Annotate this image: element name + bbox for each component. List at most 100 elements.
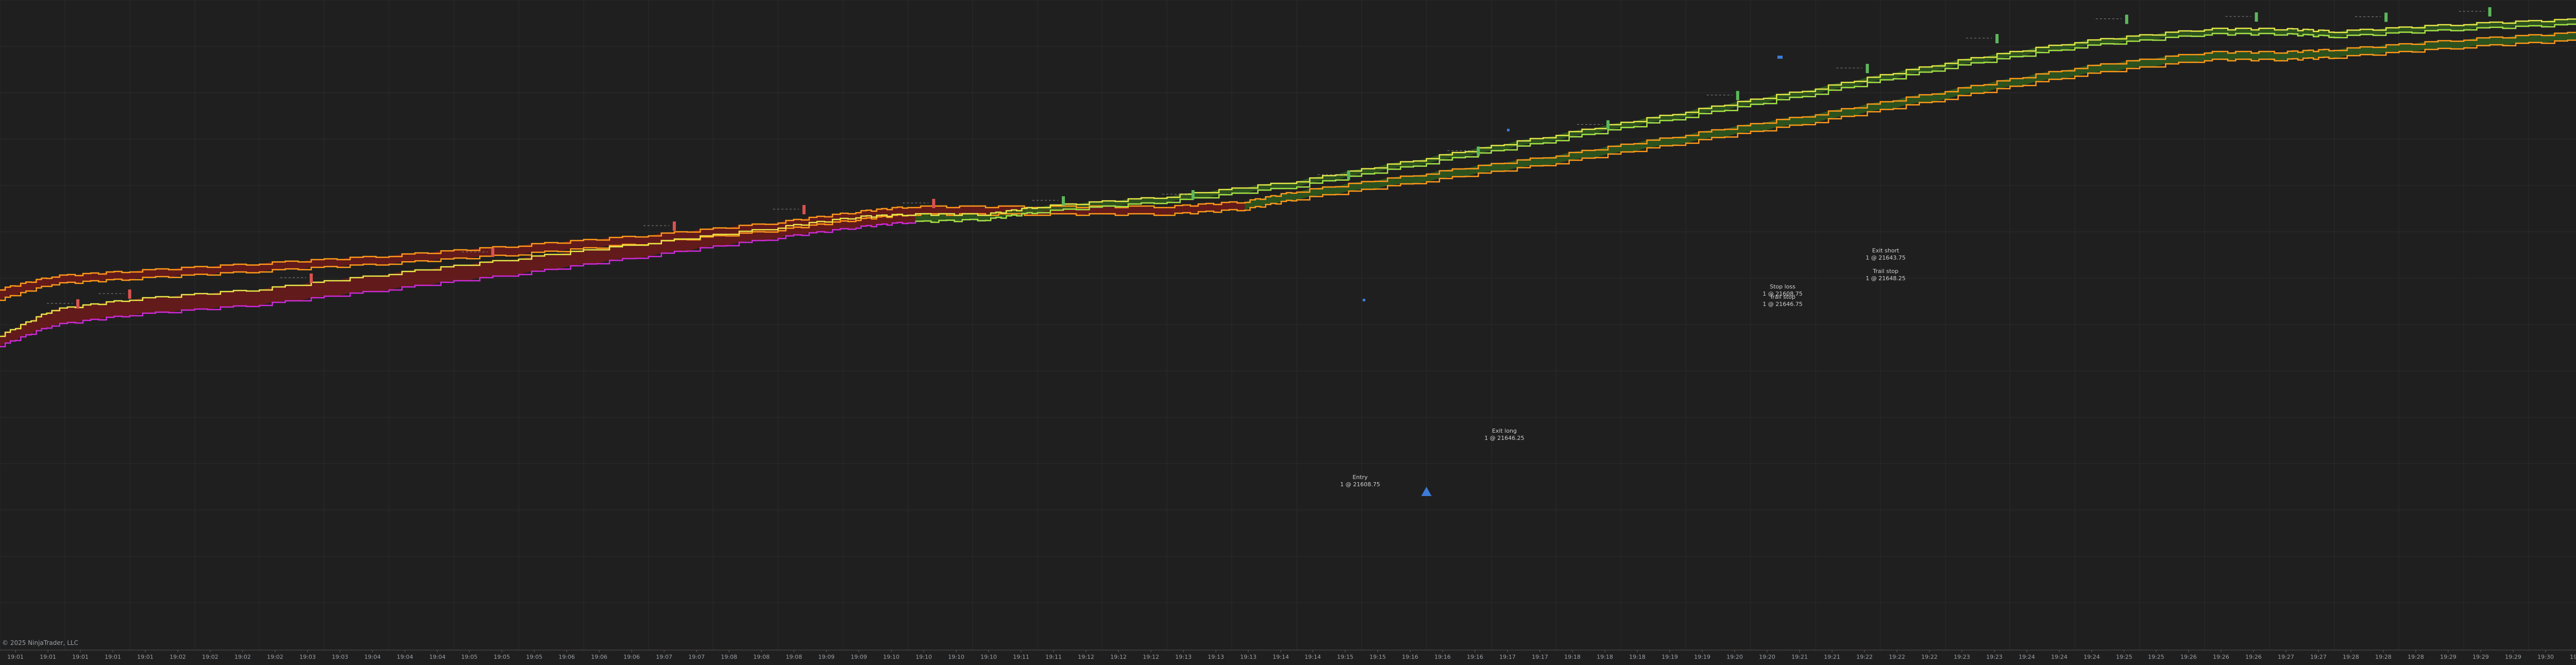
x-tick-label: 19:23 [1954, 654, 1970, 660]
blue-dot [1363, 299, 1365, 301]
x-tick-label: 19:23 [1986, 654, 2003, 660]
buy-marker [2384, 12, 2388, 22]
sell-marker [672, 221, 676, 231]
chart-area[interactable]: Entry 1 @ 21608.75 Exit long 1 @ 21646.25 St… [0, 0, 2576, 663]
x-tick-label: 19:12 [1078, 654, 1094, 660]
x-tick-label: 19:14 [1273, 654, 1289, 660]
x-tick-label: 19:10 [948, 654, 964, 660]
x-tick-label: 19:13 [1208, 654, 1224, 660]
x-tick-label: 19:12 [1110, 654, 1127, 660]
series-line-0 [0, 31, 2576, 291]
x-tick-label: 19:12 [1143, 654, 1159, 660]
x-tick-label: 19:15 [1337, 654, 1353, 660]
x-tick-label: 19:20 [1759, 654, 1775, 660]
annotation-label: Trail stop [1872, 268, 1899, 275]
buy-marker [2488, 7, 2492, 16]
x-tick-label: 19:26 [2213, 654, 2229, 660]
annotation-sub: 1 @ 21648.25 [1866, 275, 1905, 282]
x-tick-label: 19:20 [1726, 654, 1743, 660]
x-tick-label: 19:18 [1597, 654, 1613, 660]
annotation-layer: Entry1 @ 21608.75 Exit long1 @ 21646.25 St… [1340, 247, 1905, 488]
annotation-label: Stop loss [1770, 283, 1795, 290]
sell-marker [932, 199, 936, 208]
x-tick-label: 19:25 [2148, 654, 2164, 660]
x-tick-label: 19:29 [2505, 654, 2521, 660]
annotation-label: Trail stop [1769, 294, 1795, 300]
annotation-sub: 1 @ 21608.75 [1340, 481, 1380, 488]
x-tick-label: 19:01 [40, 654, 56, 660]
upper-band-bull-fill [1245, 32, 2576, 210]
x-tick-label: 19:16 [1402, 654, 1418, 660]
x-tick-label: 19:24 [2083, 654, 2100, 660]
x-tick-label: 19:08 [786, 654, 802, 660]
x-tick-label: 19:01 [72, 654, 89, 660]
x-tick-label: 19:02 [170, 654, 186, 660]
x-tick-label: 19:24 [2051, 654, 2067, 660]
annotation-label: Entry [1352, 474, 1368, 481]
x-tick-label: 19:08 [753, 654, 770, 660]
sell-marker [491, 248, 495, 257]
buy-marker [1736, 91, 1739, 100]
x-tick-label: 19:05 [526, 654, 543, 660]
x-tick-label: 19:25 [2116, 654, 2132, 660]
grid-layer [0, 0, 2576, 650]
x-tick-label: 19:26 [2180, 654, 2197, 660]
x-tick-label: 19:05 [494, 654, 510, 660]
buy-marker [2125, 14, 2128, 24]
x-tick-label: 19:30 [2537, 654, 2554, 660]
x-tick-label: 19:11 [1045, 654, 1062, 660]
x-tick-label: 19:18 [1564, 654, 1581, 660]
x-tick-label: 19:04 [364, 654, 381, 660]
sell-marker [802, 205, 806, 214]
x-tick-label: 19:07 [656, 654, 672, 660]
x-tick-label: 19:07 [688, 654, 705, 660]
marker-layer [47, 7, 2492, 496]
x-tick-label: 19:13 [1240, 654, 1257, 660]
x-tick-label: 19:02 [234, 654, 251, 660]
x-tick-label: 19:17 [1499, 654, 1516, 660]
buy-marker [1866, 64, 1869, 73]
buy-marker [1606, 120, 1610, 130]
x-tick-label: 19:13 [1175, 654, 1192, 660]
x-tick-label: 19:29 [2472, 654, 2489, 660]
x-tick-label: 19:06 [623, 654, 640, 660]
x-tick-label: 19:28 [2343, 654, 2359, 660]
x-tick-label: 19:22 [1921, 654, 1938, 660]
x-tick-label: 19:06 [558, 654, 575, 660]
buy-marker [1477, 146, 1480, 156]
x-tick-label: 19:10 [916, 654, 932, 660]
buy-marker [1995, 34, 1999, 43]
annotation-sub: 1 @ 21643.75 [1866, 254, 1905, 261]
x-tick-label: 19:21 [1791, 654, 1808, 660]
annotation-sub: 1 @ 21646.25 [1484, 435, 1524, 441]
price-chart[interactable]: Entry1 @ 21608.75 Exit long1 @ 21646.25 St… [0, 0, 2576, 663]
x-axis: 19:01 19:01 19:01 19:01 19:01 19:02 19:02 19:02… [0, 650, 2576, 660]
x-tick-label: 19:10 [883, 654, 900, 660]
x-tick-label: 19:02 [267, 654, 283, 660]
entry-triangle [1421, 487, 1432, 496]
sell-marker [76, 299, 80, 309]
x-tick-label: 19:18 [1629, 654, 1646, 660]
x-tick-label: 19:22 [1889, 654, 1905, 660]
sell-marker [128, 289, 131, 299]
x-tick-label: 19:21 [1824, 654, 1840, 660]
x-tick-label: 19:29 [2440, 654, 2456, 660]
x-tick-label: 19:19 [1694, 654, 1710, 660]
x-tick-label: 19:06 [591, 654, 607, 660]
x-tick-label: 19:16 [1467, 654, 1483, 660]
x-tick-label: 19:02 [202, 654, 218, 660]
x-tick-label: 19:05 [461, 654, 478, 660]
x-tick-label: 19:26 [2245, 654, 2262, 660]
x-tick-label: 19:09 [851, 654, 867, 660]
x-tick-label: 19:17 [1532, 654, 1548, 660]
x-tick-label: 19:10 [980, 654, 997, 660]
buy-marker [1191, 190, 1195, 199]
x-tick-label: 19:04 [397, 654, 413, 660]
buy-marker [2255, 12, 2258, 22]
buy-marker [1061, 196, 1065, 206]
sell-marker [310, 274, 313, 283]
x-tick-label: 19:14 [1304, 654, 1321, 660]
annotation-label: Exit long [1492, 428, 1517, 434]
x-tick-label: 19:22 [1856, 654, 1873, 660]
x-tick-label: 19:01 [105, 654, 121, 660]
